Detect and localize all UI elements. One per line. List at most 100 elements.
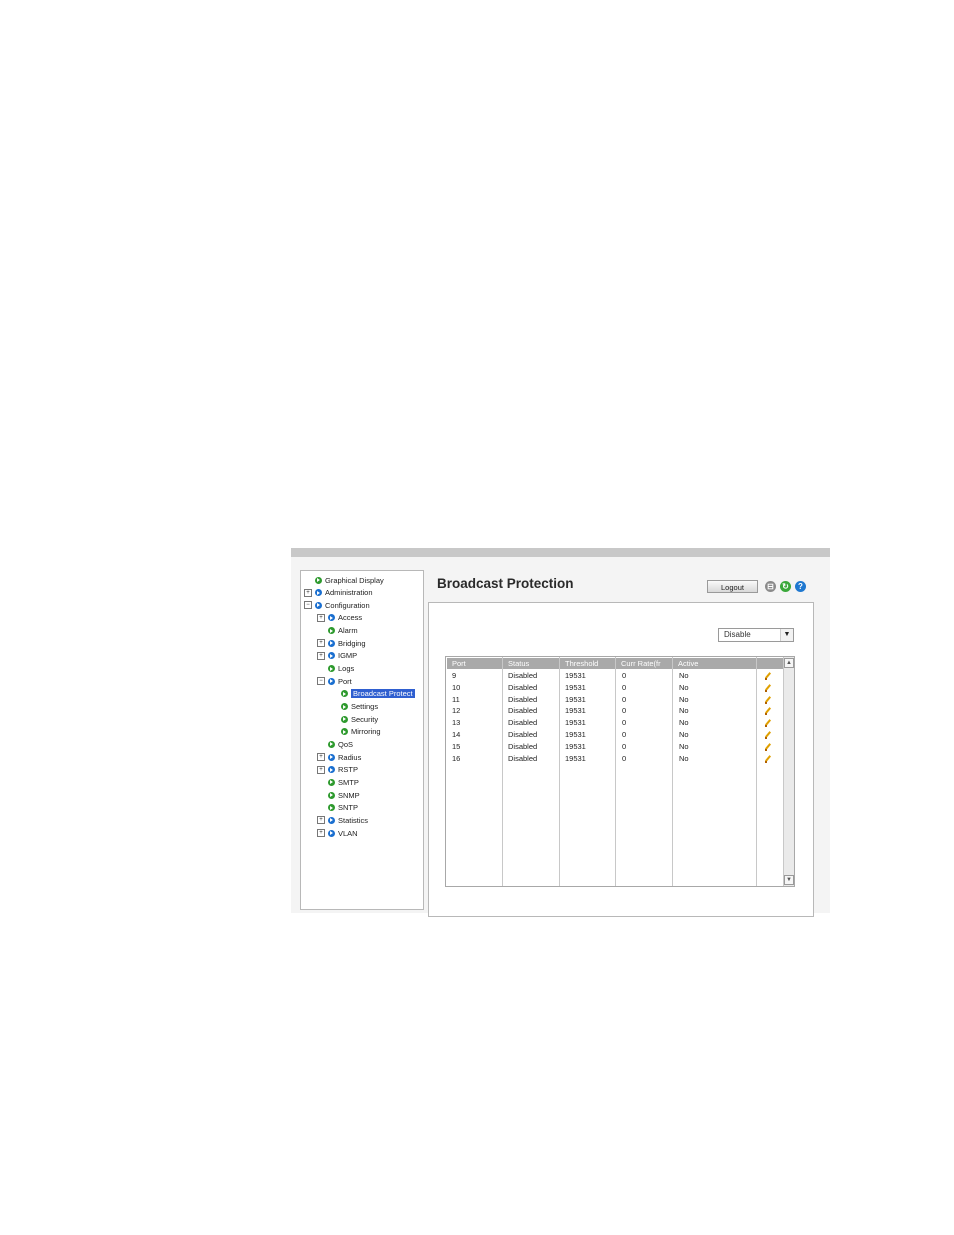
arrow-bullet-icon [328, 639, 335, 647]
tree-item-label: Radius [338, 752, 362, 762]
expand-icon[interactable]: + [317, 651, 325, 660]
column-header-threshold[interactable]: Threshold [560, 658, 615, 669]
expand-icon[interactable]: + [304, 588, 312, 597]
table-cell: 0 [622, 741, 627, 751]
edit-pencil-icon[interactable] [764, 731, 772, 739]
tree-item-label: Security [351, 714, 379, 724]
edit-pencil-icon[interactable] [764, 719, 772, 728]
tree-item[interactable]: Alarm [317, 625, 358, 637]
tree-item[interactable]: − Port [317, 675, 352, 687]
arrow-bullet-icon [328, 652, 335, 660]
tree-item[interactable]: SMTP [317, 776, 359, 788]
tree-item[interactable]: + Administration [304, 587, 373, 599]
arrow-bullet-icon [341, 690, 348, 698]
table-cell: 16 [452, 753, 461, 763]
table-cell: 0 [622, 682, 627, 692]
tree-item[interactable]: − Configuration [304, 599, 370, 611]
logout-button[interactable]: Logout [707, 580, 758, 593]
tree-item-label: Logs [338, 664, 355, 674]
table-cell: Disabled [508, 694, 538, 704]
expand-icon[interactable]: + [317, 753, 325, 762]
column-header-edit [757, 658, 783, 669]
refresh-icon[interactable]: ↻ [780, 581, 791, 592]
tree-item-label: Mirroring [351, 727, 381, 737]
tree-item[interactable]: Logs [317, 663, 354, 675]
tree-item-label: Broadcast Protect [351, 689, 415, 699]
expand-icon[interactable]: + [317, 829, 325, 837]
expand-icon[interactable]: + [317, 816, 325, 825]
column-divider [559, 657, 560, 886]
collapse-icon[interactable]: − [317, 677, 325, 686]
tree-item[interactable]: QoS [317, 738, 353, 750]
arrow-bullet-icon [328, 677, 335, 685]
tree-item[interactable]: SNMP [317, 789, 360, 801]
scroll-up-icon[interactable]: ▲ [784, 658, 794, 668]
table-cell: 0 [622, 730, 627, 739]
edit-pencil-icon[interactable] [764, 696, 772, 704]
edit-pencil-icon[interactable] [764, 684, 772, 692]
tree-item-label: Graphical Display [325, 575, 384, 585]
collapse-icon[interactable]: − [304, 601, 312, 610]
table-cell: 0 [622, 718, 627, 728]
tree-item[interactable]: Settings [330, 701, 378, 713]
edit-pencil-icon[interactable] [764, 755, 772, 763]
tree-item-label: Configuration [325, 600, 370, 610]
app-window: Graphical Display + Administration − Configu… [291, 548, 830, 917]
chevron-down-icon[interactable]: ▼ [780, 629, 793, 641]
table-scrollbar[interactable]: ▲ ▼ [783, 657, 794, 886]
tree-item[interactable]: Graphical Display [304, 574, 384, 586]
tree-item-label: IGMP [338, 651, 358, 661]
table-cell: 0 [622, 706, 627, 716]
tree-item[interactable]: + Access [317, 612, 362, 624]
tree-item-label: Alarm [338, 626, 358, 636]
save-icon[interactable]: ⊟ [765, 581, 776, 592]
tree-item[interactable]: Broadcast Protect [330, 688, 415, 700]
tree-item[interactable]: + IGMP [317, 650, 357, 662]
tree-item[interactable]: Security [330, 713, 378, 725]
arrow-bullet-icon [328, 816, 335, 824]
protection-mode-select[interactable]: Disable ▼ [718, 628, 794, 642]
help-icon[interactable]: ? [795, 581, 806, 592]
column-header-curr-rate[interactable]: Curr Rate(fr [616, 658, 672, 669]
edit-pencil-icon[interactable] [764, 743, 772, 751]
expand-icon[interactable]: + [317, 765, 325, 774]
column-header-status[interactable]: Status [503, 658, 559, 669]
column-header-active[interactable]: Active [673, 658, 756, 669]
table-cell: Disabled [508, 682, 538, 692]
table-cell: 0 [622, 753, 627, 763]
arrow-bullet-icon [328, 614, 335, 622]
column-divider [502, 657, 503, 886]
arrow-bullet-icon [315, 576, 322, 584]
table-cell: Disabled [508, 671, 538, 680]
tree-item[interactable]: + Bridging [317, 637, 366, 649]
arrow-bullet-icon [328, 804, 335, 812]
arrow-bullet-icon [328, 665, 335, 673]
scroll-down-icon[interactable]: ▼ [784, 875, 794, 885]
arrow-bullet-icon [341, 728, 348, 736]
tree-item[interactable]: SNTP [317, 802, 358, 814]
expand-icon[interactable]: + [317, 639, 325, 648]
table-cell: No [679, 706, 689, 716]
column-header-port[interactable]: Port [447, 658, 502, 669]
arrow-bullet-icon [328, 753, 335, 761]
table-cell: 19531 [565, 718, 586, 728]
tree-item[interactable]: Mirroring [330, 726, 381, 738]
tree-item[interactable]: + Statistics [317, 814, 368, 826]
tree-item[interactable]: + Radius [317, 751, 361, 763]
expand-icon[interactable]: + [317, 613, 325, 622]
tree-item[interactable]: + VLAN [317, 827, 358, 839]
tree-item[interactable]: + RSTP [317, 764, 358, 776]
table-cell: 9 [452, 671, 457, 680]
edit-pencil-icon[interactable] [764, 707, 772, 716]
ports-table: Port Status Threshold Curr Rate(fr Activ… [445, 656, 795, 887]
table-cell: 11 [452, 694, 460, 704]
edit-pencil-icon[interactable] [764, 672, 772, 680]
table-cell: 19531 [565, 694, 586, 704]
